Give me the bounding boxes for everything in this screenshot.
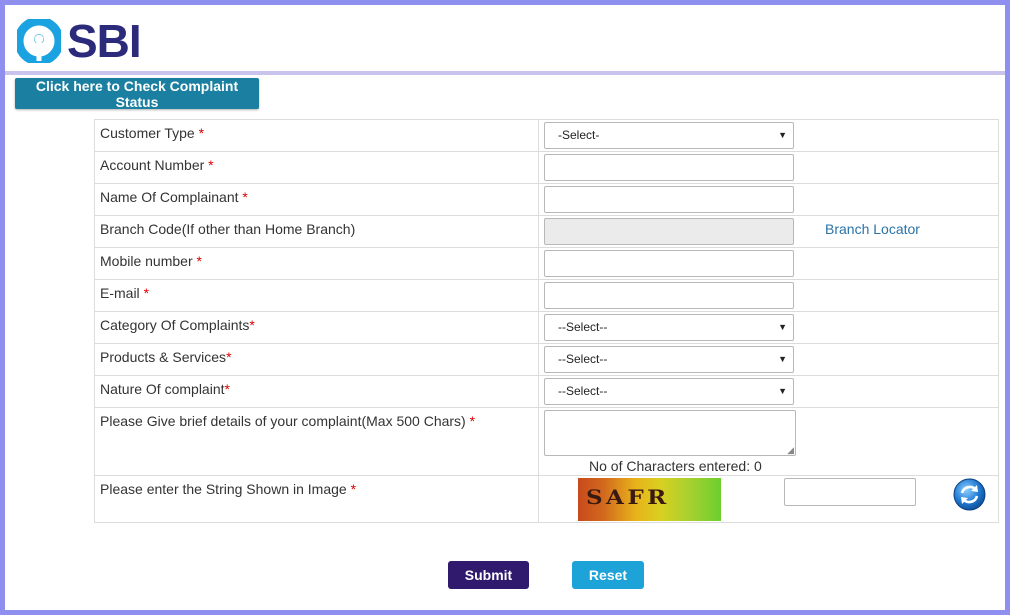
category-select[interactable]: --Select-- ▼	[544, 314, 794, 341]
details-label: Please Give brief details of your compla…	[100, 413, 470, 429]
form-row-name: Name Of Complainant *	[94, 183, 999, 216]
form-row-mobile: Mobile number *	[94, 247, 999, 280]
form-row-customer-type: Customer Type * -Select- ▼	[94, 119, 999, 152]
field-label: Category Of Complaints*	[94, 311, 539, 344]
customer-type-select[interactable]: -Select- ▼	[544, 122, 794, 149]
field-label: Customer Type *	[94, 119, 539, 152]
sbi-logo-icon	[17, 19, 61, 63]
email-input[interactable]	[544, 282, 794, 309]
account-number-input[interactable]	[544, 154, 794, 181]
reset-button[interactable]: Reset	[572, 561, 644, 589]
details-textarea[interactable]: ◢	[544, 410, 796, 456]
field-label: Mobile number *	[94, 247, 539, 280]
mobile-label: Mobile number	[100, 253, 193, 269]
field-label: E-mail *	[94, 279, 539, 312]
name-input[interactable]	[544, 186, 794, 213]
field-cell: --Select-- ▼	[538, 311, 999, 344]
brand-name: SBI	[67, 15, 142, 67]
field-label: Name Of Complainant *	[94, 183, 539, 216]
field-cell: --Select-- ▼	[538, 375, 999, 408]
char-count-text: No of Characters entered: 0	[589, 458, 762, 474]
chevron-down-icon: ▼	[778, 322, 787, 332]
field-cell	[538, 279, 999, 312]
chevron-down-icon: ▼	[778, 130, 787, 140]
required-marker: *	[242, 189, 248, 205]
category-label: Category Of Complaints	[100, 317, 250, 333]
branch-code-label: Branch Code(If other than Home Branch)	[100, 221, 356, 237]
branch-code-input[interactable]	[544, 218, 794, 245]
form-row-category: Category Of Complaints* --Select-- ▼	[94, 311, 999, 344]
field-label: Please enter the String Shown in Image *	[94, 475, 539, 523]
category-value: --Select--	[558, 320, 608, 334]
captcha-image-text: SAFR	[586, 485, 670, 509]
field-cell: SAFR	[538, 475, 999, 523]
captcha-input[interactable]	[784, 478, 916, 506]
field-label: Branch Code(If other than Home Branch)	[94, 215, 539, 248]
required-marker: *	[350, 481, 357, 497]
refresh-captcha-icon[interactable]	[953, 478, 986, 511]
form-row-email: E-mail *	[94, 279, 999, 312]
mobile-input[interactable]	[544, 250, 794, 277]
nature-label: Nature Of complaint	[100, 381, 225, 397]
field-label: Please Give brief details of your compla…	[94, 407, 539, 476]
form-row-nature: Nature Of complaint* --Select-- ▼	[94, 375, 999, 408]
form-row-products: Products & Services* --Select-- ▼	[94, 343, 999, 376]
products-select[interactable]: --Select-- ▼	[544, 346, 794, 373]
page-frame: SBI Click here to Check Complaint Status…	[5, 5, 1005, 610]
products-label: Products & Services	[100, 349, 227, 365]
required-marker: *	[198, 125, 205, 141]
customer-type-label: Customer Type	[100, 125, 195, 141]
required-marker: *	[469, 413, 476, 429]
required-marker: *	[196, 253, 202, 269]
field-cell	[538, 151, 999, 184]
field-cell: --Select-- ▼	[538, 343, 999, 376]
field-cell: Branch Locator	[538, 215, 999, 248]
email-label: E-mail	[100, 285, 140, 301]
required-marker: *	[143, 285, 150, 301]
account-number-label: Account Number	[100, 157, 205, 173]
required-marker: *	[224, 381, 230, 397]
field-label: Products & Services*	[94, 343, 539, 376]
complaint-form: Customer Type * -Select- ▼ Account Numbe…	[94, 119, 999, 523]
chevron-down-icon: ▼	[778, 354, 787, 364]
field-label: Account Number *	[94, 151, 539, 184]
customer-type-value: -Select-	[558, 128, 600, 142]
form-row-details: Please Give brief details of your compla…	[94, 407, 999, 476]
name-label: Name Of Complainant	[100, 189, 239, 205]
required-marker: *	[226, 349, 232, 365]
field-cell	[538, 247, 999, 280]
form-row-account-number: Account Number *	[94, 151, 999, 184]
chevron-down-icon: ▼	[778, 386, 787, 396]
products-value: --Select--	[558, 352, 608, 366]
submit-button[interactable]: Submit	[448, 561, 529, 589]
nature-value: --Select--	[558, 384, 608, 398]
required-marker: *	[208, 157, 214, 173]
check-complaint-status-button[interactable]: Click here to Check Complaint Status	[15, 78, 259, 110]
header: SBI	[5, 5, 1005, 75]
field-label: Nature Of complaint*	[94, 375, 539, 408]
field-cell: -Select- ▼	[538, 119, 999, 152]
sbi-logo: SBI	[17, 15, 142, 67]
required-marker: *	[249, 317, 255, 333]
branch-locator-link[interactable]: Branch Locator	[825, 221, 920, 237]
field-cell: ◢ No of Characters entered: 0	[538, 407, 999, 476]
captcha-image: SAFR	[578, 478, 721, 521]
form-row-branch-code: Branch Code(If other than Home Branch) B…	[94, 215, 999, 248]
captcha-label: Please enter the String Shown in Image	[100, 481, 351, 497]
nature-select[interactable]: --Select-- ▼	[544, 378, 794, 405]
form-row-captcha: Please enter the String Shown in Image *…	[94, 475, 999, 523]
resize-grip-icon[interactable]: ◢	[787, 446, 794, 455]
field-cell	[538, 183, 999, 216]
